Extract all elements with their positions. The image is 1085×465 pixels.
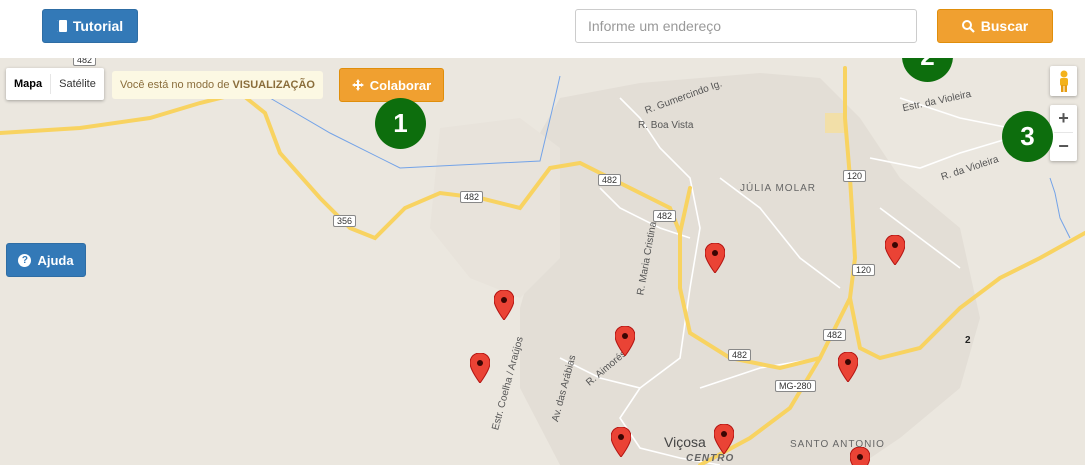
zoom-out-button[interactable]: −: [1050, 133, 1077, 160]
map-marker[interactable]: [714, 424, 734, 454]
map-type-control: Mapa Satélite: [6, 68, 104, 100]
road-shield-482: 482: [823, 329, 847, 341]
map-base-layer: [0, 66, 1085, 465]
road-shield-120: 120: [843, 170, 867, 182]
zoom-control: + −: [1050, 105, 1077, 161]
search-button[interactable]: Buscar: [937, 9, 1053, 43]
search-icon: [961, 19, 975, 33]
pegman-icon: [1059, 70, 1068, 92]
step-badge-1: 1: [375, 98, 426, 149]
help-label: Ajuda: [37, 252, 74, 268]
tutorial-label: Tutorial: [72, 18, 124, 34]
area-label: CENTRO: [686, 453, 735, 464]
road-shield-482: 482: [73, 58, 97, 66]
map-marker[interactable]: [615, 326, 635, 356]
map-marker[interactable]: [885, 235, 905, 265]
road-shield-482: 482: [728, 349, 752, 361]
map-marker[interactable]: [705, 243, 725, 273]
help-button[interactable]: ? Ajuda: [6, 243, 86, 277]
step-badge-3: 3: [1002, 111, 1053, 162]
mode-banner-text: Você está no modo de: [120, 79, 230, 91]
zoom-in-button[interactable]: +: [1050, 105, 1077, 132]
map-marker[interactable]: [611, 427, 631, 457]
street-view-pegman[interactable]: [1050, 66, 1077, 96]
colaborar-label: Colaborar: [369, 77, 432, 93]
map-type-satellite[interactable]: Satélite: [51, 68, 104, 100]
map-marker[interactable]: [850, 447, 870, 465]
road-shield-mg280: MG-280: [775, 380, 816, 392]
question-icon: ?: [18, 253, 32, 267]
colaborar-button[interactable]: Colaborar: [339, 68, 444, 102]
address-search-input[interactable]: [575, 9, 917, 43]
map-marker[interactable]: [470, 353, 490, 383]
mode-banner: Você está no modo de VISUALIZAÇÃO: [112, 71, 323, 99]
book-icon: [56, 20, 67, 32]
map-marker[interactable]: [838, 352, 858, 382]
mode-banner-mode: VISUALIZAÇÃO: [232, 79, 315, 91]
search-button-label: Buscar: [980, 18, 1029, 34]
top-toolbar: Tutorial Buscar: [0, 0, 1085, 58]
map-canvas[interactable]: 482 482 482 482 482 482 356 120 120 MG-2…: [0, 58, 1085, 465]
move-icon: [351, 79, 364, 91]
street-label: R. Boa Vista: [638, 120, 694, 131]
city-label: Viçosa: [664, 434, 706, 450]
area-label: SANTO ANTONIO: [790, 439, 885, 450]
area-label: JÚLIA MOLAR: [740, 183, 817, 194]
road-shield-356: 356: [333, 215, 357, 227]
tutorial-button[interactable]: Tutorial: [42, 9, 138, 43]
map-type-map[interactable]: Mapa: [6, 68, 50, 100]
road-number-label: 2: [965, 335, 971, 346]
road-shield-482: 482: [598, 174, 622, 186]
road-shield-120: 120: [852, 264, 876, 276]
road-shield-482: 482: [653, 210, 677, 222]
map-marker[interactable]: [494, 290, 514, 320]
road-shield-482: 482: [460, 191, 484, 203]
